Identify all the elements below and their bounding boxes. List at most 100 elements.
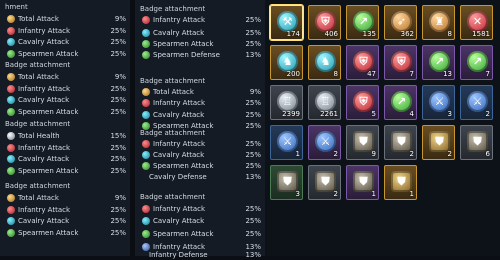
badge-count: 6 bbox=[485, 150, 490, 158]
armor-icon: ⛊ bbox=[277, 171, 298, 192]
shield-icon: ⛨ bbox=[353, 91, 374, 112]
stat-row: Cavalry Attack 25% bbox=[0, 216, 128, 226]
attachment-list-left: hment Total Attack 9% Infantry Attack 25% Cav… bbox=[0, 0, 130, 256]
badge-slot[interactable]: ⛨ 7 bbox=[384, 45, 417, 80]
stat-value: 25% bbox=[245, 140, 261, 148]
badge-slot[interactable]: ✕ 1581 bbox=[460, 5, 493, 40]
stat-label: Spearmen Attack bbox=[153, 40, 214, 48]
stat-value: 25% bbox=[110, 167, 126, 175]
badge-slot[interactable]: ⚔ 3 bbox=[422, 85, 455, 120]
axe-icon: ⚒ bbox=[277, 11, 298, 32]
badge-slot[interactable]: ♖ 2399 bbox=[270, 85, 303, 120]
stat-row: Infantry Defense 13% bbox=[135, 250, 263, 260]
stat-label: Cavalry Attack bbox=[18, 38, 70, 46]
stat-row: Total Attack 9% bbox=[0, 193, 128, 203]
stat-label: Total Attack bbox=[153, 88, 194, 96]
badge-count: 13 bbox=[443, 70, 452, 78]
stat-row: Infantry Attack 25% bbox=[135, 15, 263, 25]
stat-row: Cavalry Attack 25% bbox=[135, 28, 263, 38]
shield-icon: ⛨ bbox=[353, 51, 374, 72]
badge-slot[interactable]: ⚒ 174 bbox=[270, 5, 303, 40]
badge-count: 1 bbox=[295, 150, 300, 158]
badge-slot[interactable]: ⚔ 2 bbox=[308, 125, 341, 160]
badge-count: 8 bbox=[333, 70, 338, 78]
badge-slot[interactable]: ⛊ 1 bbox=[346, 165, 379, 200]
badge-slot[interactable]: ⛨ 47 bbox=[346, 45, 379, 80]
section-header: Badge attachment bbox=[140, 5, 206, 13]
stat-value: 25% bbox=[110, 206, 126, 214]
badge-count: 1581 bbox=[472, 30, 490, 38]
badge-slot[interactable]: ➶ 362 bbox=[384, 5, 417, 40]
stat-value: 25% bbox=[110, 144, 126, 152]
total-attack-icon bbox=[7, 194, 15, 202]
badge-slot[interactable]: ↗ 13 bbox=[422, 45, 455, 80]
badge-slot[interactable]: ↗ 4 bbox=[384, 85, 417, 120]
infantry-icon bbox=[7, 27, 15, 35]
stat-value: 13% bbox=[245, 173, 261, 181]
armor-icon: ⛊ bbox=[315, 171, 336, 192]
badge-count: 2399 bbox=[282, 110, 300, 118]
badge-count: 362 bbox=[400, 30, 414, 38]
stat-value: 25% bbox=[245, 16, 261, 24]
badge-slot[interactable]: ↗ 135 bbox=[346, 5, 379, 40]
badge-slot[interactable]: ♞ 8 bbox=[308, 45, 341, 80]
infantry-icon bbox=[142, 16, 150, 24]
stat-value: 25% bbox=[110, 27, 126, 35]
badge-count: 2 bbox=[333, 150, 338, 158]
spear-icon: ↗ bbox=[467, 51, 488, 72]
badge-count: 2 bbox=[409, 150, 414, 158]
stat-value: 15% bbox=[110, 132, 126, 140]
badge-slot[interactable]: ⛊ 2 bbox=[422, 125, 455, 160]
badge-count: 135 bbox=[362, 30, 376, 38]
section-header: Badge attachment bbox=[5, 182, 71, 190]
total-attack-icon bbox=[7, 73, 15, 81]
badge-slot[interactable]: ♖ 2261 bbox=[308, 85, 341, 120]
spearmen-icon bbox=[7, 229, 15, 237]
stat-label: Infantry Attack bbox=[153, 205, 206, 213]
armor-icon: ⛊ bbox=[391, 131, 412, 152]
horse-icon: ♞ bbox=[315, 51, 336, 72]
spearmen-icon bbox=[142, 51, 150, 59]
stat-row: Total Attack 9% bbox=[135, 87, 263, 97]
badge-slot[interactable]: ♜ 8 bbox=[422, 5, 455, 40]
badge-count: 2 bbox=[447, 150, 452, 158]
badge-slot[interactable]: ⛨ 406 bbox=[308, 5, 341, 40]
stat-label: Spearmen Attack bbox=[153, 162, 214, 170]
badge-slot[interactable]: ⚔ 1 bbox=[270, 125, 303, 160]
cavalry-icon bbox=[7, 96, 15, 104]
badge-slot[interactable]: ⛨ 5 bbox=[346, 85, 379, 120]
badge-slot[interactable]: ⛊ 2 bbox=[308, 165, 341, 200]
badge-slot[interactable]: ⛊ 3 bbox=[270, 165, 303, 200]
badge-count: 1 bbox=[409, 190, 414, 198]
total-health-icon bbox=[7, 132, 15, 140]
badge-slot[interactable]: ⚔ 2 bbox=[460, 85, 493, 120]
badge-count: 406 bbox=[324, 30, 338, 38]
bow-icon: ➶ bbox=[391, 11, 412, 32]
stat-row: Spearmen Attack 25% bbox=[0, 228, 128, 238]
badge-count: 2 bbox=[333, 190, 338, 198]
badge-slot[interactable]: ⛊ 2 bbox=[384, 125, 417, 160]
stat-row: Infantry Attack 25% bbox=[0, 143, 128, 153]
stat-row: Cavalry Attack 25% bbox=[0, 95, 128, 105]
stat-row: Spearmen Attack 25% bbox=[135, 161, 263, 171]
badge-count: 7 bbox=[409, 70, 414, 78]
spear-icon: ↗ bbox=[429, 51, 450, 72]
stat-row: Spearmen Defense 13% bbox=[135, 50, 263, 60]
badge-count: 3 bbox=[295, 190, 300, 198]
badge-slot[interactable]: ↗ 7 bbox=[460, 45, 493, 80]
badge-slot[interactable]: ⛊ 9 bbox=[346, 125, 379, 160]
badge-slot[interactable]: ⛊ 6 bbox=[460, 125, 493, 160]
stat-label: Infantry Attack bbox=[153, 140, 206, 148]
badge-slot[interactable]: ♞ 200 bbox=[270, 45, 303, 80]
stat-label: Infantry Attack bbox=[18, 144, 71, 152]
stat-value: 25% bbox=[110, 50, 126, 58]
infantry-icon bbox=[7, 144, 15, 152]
stat-label: Total Health bbox=[18, 132, 60, 140]
cavalry-icon bbox=[7, 155, 15, 163]
sword-icon: ⚔ bbox=[277, 131, 298, 152]
badge-slot[interactable]: ⛊ 1 bbox=[384, 165, 417, 200]
stat-row: Cavalry Attack 25% bbox=[0, 37, 128, 47]
stat-label: Infantry Defense bbox=[149, 251, 208, 259]
stat-label: Spearmen Attack bbox=[18, 50, 79, 58]
badge-count: 5 bbox=[371, 110, 376, 118]
